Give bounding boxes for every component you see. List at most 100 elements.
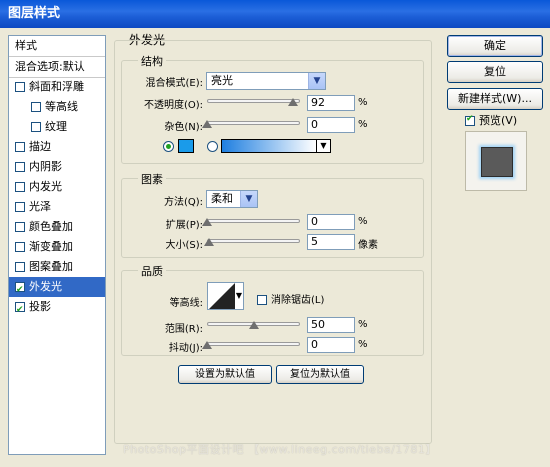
jitter-label: 抖动(J): bbox=[168, 343, 203, 354]
window-title: 图层样式 bbox=[0, 0, 550, 28]
sidebar-item[interactable]: 外发光 bbox=[9, 277, 105, 297]
preview-thumbnail bbox=[481, 147, 513, 177]
opacity-slider-thumb[interactable] bbox=[287, 98, 298, 106]
jitter-input[interactable]: 0 bbox=[307, 337, 355, 353]
sidebar-item-label: 渐变叠加 bbox=[29, 240, 73, 253]
opacity-slider[interactable] bbox=[207, 99, 300, 103]
sidebar-item-checkbox[interactable] bbox=[15, 280, 25, 297]
elements-legend: 图素 bbox=[138, 171, 166, 187]
method-value: 柔和 bbox=[211, 192, 233, 205]
style-list: 样式混合选项:默认斜面和浮雕等高线纹理描边内阴影内发光光泽颜色叠加渐变叠加图案叠… bbox=[8, 35, 106, 455]
method-label: 方法(Q): bbox=[163, 197, 203, 208]
sidebar-item-label: 光泽 bbox=[29, 200, 51, 213]
reset-default-button[interactable]: 复位为默认值 bbox=[276, 365, 364, 384]
noise-input[interactable]: 0 bbox=[307, 117, 355, 133]
blend-mode-label: 混合模式(E): bbox=[145, 78, 204, 89]
sidebar-item-label: 外发光 bbox=[29, 280, 62, 293]
sidebar-item[interactable]: 等高线 bbox=[9, 97, 105, 117]
antialias-label: 消除锯齿(L) bbox=[271, 295, 325, 306]
size-input[interactable]: 5 bbox=[307, 234, 355, 250]
range-slider-thumb[interactable] bbox=[248, 321, 259, 329]
contour-preview-icon bbox=[209, 283, 235, 309]
quality-legend: 品质 bbox=[138, 263, 166, 279]
sidebar-item-checkbox[interactable] bbox=[15, 162, 25, 172]
noise-slider[interactable] bbox=[207, 121, 300, 125]
contour-dropdown-icon: ▼ bbox=[235, 291, 242, 300]
spread-input[interactable]: 0 bbox=[307, 214, 355, 230]
noise-slider-thumb[interactable] bbox=[202, 120, 212, 128]
spread-slider[interactable] bbox=[207, 219, 300, 223]
gradient-dropdown-icon[interactable]: ▼ bbox=[317, 139, 331, 153]
range-label: 范围(R): bbox=[164, 324, 203, 335]
sidebar-item[interactable]: 投影 bbox=[9, 297, 105, 317]
blend-mode-value: 亮光 bbox=[211, 74, 233, 87]
gradient-radio[interactable] bbox=[207, 141, 218, 152]
size-unit: 像素 bbox=[358, 240, 378, 251]
ok-button[interactable]: 确定 bbox=[447, 35, 543, 57]
method-select[interactable]: 柔和 ▼ bbox=[206, 190, 258, 208]
sidebar-item-label: 投影 bbox=[29, 300, 51, 313]
set-default-button[interactable]: 设置为默认值 bbox=[178, 365, 272, 384]
opacity-unit: % bbox=[358, 97, 368, 108]
sidebar-item[interactable]: 内阴影 bbox=[9, 157, 105, 177]
noise-unit: % bbox=[358, 119, 368, 130]
sidebar-item-checkbox[interactable] bbox=[15, 300, 25, 317]
sidebar-item[interactable]: 混合选项:默认 bbox=[9, 57, 105, 77]
sidebar-item-label: 纹理 bbox=[45, 120, 67, 133]
jitter-unit: % bbox=[358, 339, 368, 350]
sidebar-item[interactable]: 斜面和浮雕 bbox=[9, 77, 105, 97]
sidebar-item-label: 内发光 bbox=[29, 180, 62, 193]
sidebar-item[interactable]: 纹理 bbox=[9, 117, 105, 137]
preview-check[interactable] bbox=[465, 114, 475, 126]
preview-checkbox[interactable]: 预览(V) bbox=[465, 112, 517, 128]
sidebar-item-checkbox[interactable] bbox=[15, 82, 25, 92]
chevron-down-icon: ▼ bbox=[308, 73, 325, 89]
sidebar-item[interactable]: 图案叠加 bbox=[9, 257, 105, 277]
antialias-checkbox[interactable]: 消除锯齿(L) bbox=[257, 291, 324, 306]
watermark: PhotoShop平面设计吧 【www.lineeg.com/tieba/178… bbox=[123, 443, 437, 456]
size-slider[interactable] bbox=[207, 239, 300, 243]
sidebar-item-label: 图案叠加 bbox=[29, 260, 73, 273]
spread-unit: % bbox=[358, 216, 368, 227]
preview-box bbox=[465, 131, 527, 191]
contour-picker[interactable]: ▼ bbox=[207, 282, 244, 310]
structure-legend: 结构 bbox=[138, 53, 166, 69]
spread-label: 扩展(P): bbox=[165, 220, 203, 231]
blend-mode-select[interactable]: 亮光 ▼ bbox=[206, 72, 326, 90]
sidebar-item-checkbox[interactable] bbox=[31, 102, 41, 112]
sidebar-item[interactable]: 渐变叠加 bbox=[9, 237, 105, 257]
solid-color-radio[interactable] bbox=[163, 141, 174, 152]
sidebar-item-checkbox[interactable] bbox=[15, 262, 25, 272]
sidebar-item-checkbox[interactable] bbox=[15, 142, 25, 152]
jitter-slider-thumb[interactable] bbox=[202, 341, 212, 349]
styles-header[interactable]: 样式 bbox=[9, 36, 105, 56]
sidebar-item-checkbox[interactable] bbox=[15, 182, 25, 192]
contour-label: 等高线: bbox=[169, 298, 203, 309]
range-input[interactable]: 50 bbox=[307, 317, 355, 333]
sidebar-item[interactable]: 颜色叠加 bbox=[9, 217, 105, 237]
sidebar-item-checkbox[interactable] bbox=[15, 202, 25, 212]
glow-color-swatch[interactable] bbox=[178, 139, 194, 153]
opacity-label: 不透明度(O): bbox=[143, 100, 203, 111]
sidebar-item[interactable]: 描边 bbox=[9, 137, 105, 157]
size-slider-thumb[interactable] bbox=[203, 238, 214, 246]
sidebar-item-checkbox[interactable] bbox=[31, 122, 41, 132]
range-unit: % bbox=[358, 319, 368, 330]
sidebar-item-label: 混合选项:默认 bbox=[15, 60, 85, 73]
new-style-button[interactable]: 新建样式(W)... bbox=[447, 88, 543, 110]
opacity-input[interactable]: 92 bbox=[307, 95, 355, 111]
reset-button[interactable]: 复位 bbox=[447, 61, 543, 83]
preview-label: 预览(V) bbox=[479, 114, 518, 127]
size-label: 大小(S): bbox=[165, 240, 203, 251]
sidebar-item[interactable]: 内发光 bbox=[9, 177, 105, 197]
gradient-picker[interactable] bbox=[221, 139, 317, 153]
spread-slider-thumb[interactable] bbox=[202, 218, 212, 226]
sidebar-item-checkbox[interactable] bbox=[15, 222, 25, 232]
sidebar-item[interactable]: 光泽 bbox=[9, 197, 105, 217]
sidebar-item-label: 斜面和浮雕 bbox=[29, 80, 84, 93]
sidebar-item-label: 描边 bbox=[29, 140, 51, 153]
sidebar-item-checkbox[interactable] bbox=[15, 242, 25, 252]
sidebar-item-label: 内阴影 bbox=[29, 160, 62, 173]
jitter-slider[interactable] bbox=[207, 342, 300, 346]
antialias-check[interactable] bbox=[257, 295, 267, 305]
